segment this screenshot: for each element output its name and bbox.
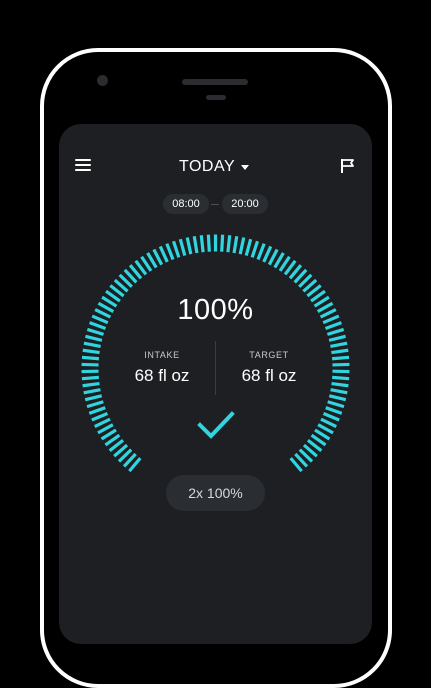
flag-icon[interactable] (340, 158, 356, 174)
end-time-button[interactable]: 20:00 (222, 194, 268, 214)
intake-label: INTAKE (102, 350, 222, 360)
progress-tick (264, 246, 271, 261)
progress-tick (85, 336, 102, 340)
progress-tick (332, 384, 349, 386)
date-selector-label: TODAY (179, 158, 235, 176)
hamburger-menu-icon[interactable] (75, 157, 93, 173)
progress-tick (329, 396, 346, 400)
progress-tick (324, 413, 340, 420)
earpiece-speaker (182, 79, 248, 85)
checkmark-icon (197, 411, 235, 439)
progress-tick (240, 238, 244, 255)
progress-tick (154, 250, 162, 265)
start-time-button[interactable]: 08:00 (163, 194, 209, 214)
progress-tick (328, 402, 344, 407)
target-value: 68 fl oz (209, 366, 329, 386)
progress-tick (326, 408, 342, 414)
progress-tick (160, 246, 167, 261)
intake-stat: INTAKE 68 fl oz (102, 350, 222, 386)
progress-tick (180, 239, 184, 255)
progress-tick (167, 244, 173, 260)
progress-tick (95, 419, 110, 426)
progress-tick (331, 390, 348, 393)
progress-tick (92, 413, 108, 420)
progress-tick (89, 408, 105, 414)
progress-tick (87, 329, 103, 334)
progress-tick (258, 244, 264, 260)
progress-tick (329, 336, 346, 340)
date-selector[interactable]: TODAY (179, 156, 249, 178)
progress-tick (83, 350, 100, 352)
progress-tick (83, 384, 100, 386)
progress-tick (187, 238, 191, 255)
progress-tick (82, 364, 99, 365)
progress-tick (82, 357, 99, 358)
app-screen: TODAY 08:00 20:00 100% INTAKE 68 fl oz T… (59, 124, 372, 644)
progress-tick (269, 250, 277, 265)
progress-tick (234, 236, 237, 253)
progress-tick (246, 239, 250, 255)
target-stat: TARGET 68 fl oz (209, 350, 329, 386)
progress-tick (252, 241, 257, 257)
progress-tick (84, 343, 101, 346)
progress-tick (332, 364, 349, 365)
progress-tick (85, 396, 102, 400)
progress-tick (332, 357, 349, 358)
progress-tick (208, 235, 209, 252)
progress-tick (327, 329, 343, 334)
progress-tick (84, 390, 101, 393)
progress-percent: 100% (59, 294, 372, 327)
time-range-separator (211, 204, 219, 205)
intake-value: 68 fl oz (102, 366, 222, 386)
progress-tick (321, 419, 336, 426)
progress-tick (201, 235, 203, 252)
progress-tick (194, 236, 197, 253)
progress-tick (228, 235, 230, 252)
progress-tick (82, 377, 99, 378)
progress-tick (330, 343, 347, 346)
caret-down-icon (241, 165, 249, 170)
progress-tick (331, 350, 348, 352)
front-camera (97, 75, 108, 86)
multiplier-badge[interactable]: 2x 100% (166, 475, 265, 511)
progress-tick (87, 402, 103, 407)
target-label: TARGET (209, 350, 329, 360)
progress-tick (222, 235, 223, 252)
proximity-sensor (206, 95, 226, 100)
progress-tick (174, 241, 179, 257)
progress-tick (332, 377, 349, 378)
